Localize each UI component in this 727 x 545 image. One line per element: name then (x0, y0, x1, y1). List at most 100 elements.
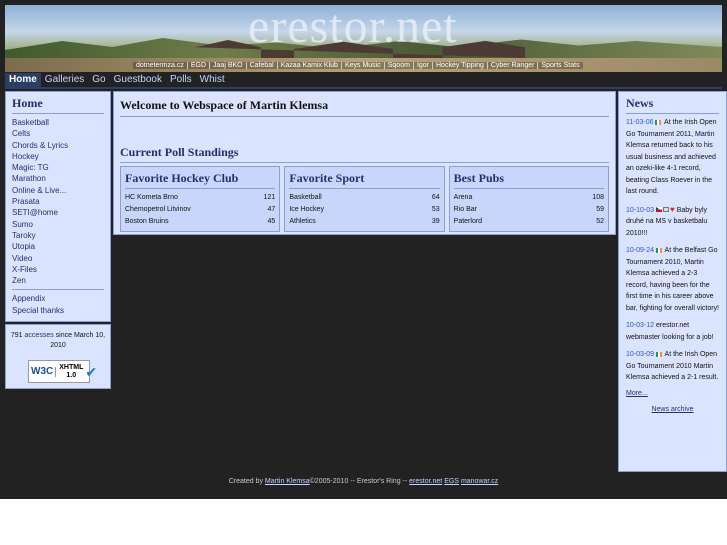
sidebar-item-appendix[interactable]: Appendix (12, 293, 104, 304)
poll-row: Athletics 39 (289, 216, 439, 228)
sidebar-item-zen[interactable]: Zen (12, 275, 104, 286)
poll-row: Chemopetrol Litvinov 47 (125, 204, 275, 216)
banner-link[interactable]: Kazaa Kamix Klub (276, 62, 341, 69)
poll-option: Athletics (289, 218, 316, 225)
news-date: 11-03-06 (626, 119, 654, 126)
news-item: 10-03-12 erestor.net webmaster looking f… (626, 320, 719, 343)
news-item: 10-03-09 At the Irish Open Go Tournament… (626, 349, 719, 384)
nav-whist[interactable]: Whist (196, 73, 229, 87)
poll-votes: 64 (431, 194, 440, 201)
sidebar-item-taroky[interactable]: Taroky (12, 230, 104, 241)
w3c-logo: W3C (29, 366, 57, 377)
sidebar-item-magic[interactable]: Magic: TG (12, 162, 104, 173)
poll-votes: 59 (596, 206, 604, 213)
news-date: 10-03-09 (626, 351, 655, 358)
nav-go[interactable]: Go (88, 73, 109, 87)
poll-list: Favorite Hockey Club HC Kometa Brno 121 C… (120, 166, 609, 232)
sidebar-item-basketball[interactable]: Basketball (12, 117, 104, 128)
counter-since: since March 10, 2010 (50, 332, 106, 349)
banner-link[interactable]: Jaaj BKO (209, 62, 246, 69)
sidebar-item-utopia[interactable]: Utopia (12, 241, 104, 252)
footer: Created by Martin Klemsa©2005-2010 -- Er… (0, 478, 727, 485)
banner-link[interactable]: dotnetermza.cz (133, 62, 187, 69)
news-title: News (626, 96, 719, 114)
access-counter: 791 accesses since March 10, 2010 W3C XH… (5, 324, 111, 389)
sidebar-item-sumo[interactable]: Sumo (12, 219, 104, 230)
nav-galleries[interactable]: Galleries (41, 73, 88, 87)
banner-link[interactable]: Sports Stats (537, 62, 583, 69)
sidebar-item-xfiles[interactable]: X-Files (12, 264, 104, 275)
author-link[interactable]: Martin Klemsa (265, 478, 310, 485)
sidebar-item-thanks[interactable]: Special thanks (12, 305, 104, 316)
news-date: 10-03-12 (626, 322, 655, 329)
poll-hockey-club: Favorite Hockey Club HC Kometa Brno 121 C… (120, 166, 281, 232)
poll-votes: 39 (431, 218, 440, 225)
czech-flag-icon (655, 207, 662, 213)
banner-link[interactable]: Keys Music (340, 62, 384, 69)
counter-value: 791 (10, 332, 23, 339)
page: erestor.net dotnetermza.cz EGD Jaaj BKO Caf… (0, 0, 727, 499)
sidebar-item-online[interactable]: Online & Live... (12, 185, 104, 196)
sidebar-item-celts[interactable]: Celts (12, 128, 104, 139)
sidebar-item-marathon[interactable]: Marathon (12, 173, 104, 184)
news-text: At the Belfast Go Tournament 2010, Marti… (626, 247, 719, 312)
w3c-xhtml-badge[interactable]: W3C XHTML 1.0 ✔ (28, 360, 97, 383)
banner-link[interactable]: Sqoom (383, 62, 413, 69)
poll-votes: 47 (267, 206, 276, 213)
sidebar-item-seti[interactable]: SETI@home (12, 207, 104, 218)
banner-link[interactable]: Cafebal (245, 62, 277, 69)
sidebar-item-prasata[interactable]: Prasata (12, 196, 104, 207)
poll-title[interactable]: Favorite Sport (289, 171, 440, 189)
news-date: 10-09-24 (626, 247, 655, 254)
accesses-link[interactable]: accesses (25, 332, 54, 339)
poll-option: Boston Bruins (125, 218, 169, 225)
nav-divider (5, 87, 722, 89)
footer-link-manowar[interactable]: manowar.cz (461, 478, 498, 485)
poll-row: Arena 108 (454, 192, 604, 204)
news-archive-link[interactable]: News archive (626, 406, 719, 413)
nav-guestbook[interactable]: Guestbook (110, 73, 166, 87)
banner-link[interactable]: Hockey Tipping (432, 62, 487, 69)
footer-link-egs[interactable]: EGS (444, 478, 459, 485)
poll-title[interactable]: Favorite Hockey Club (125, 171, 276, 189)
poll-option: Paterlord (453, 218, 483, 225)
poll-row: Boston Bruins 45 (125, 216, 275, 228)
sidebar-divider (12, 289, 104, 291)
footer-created: Created by (228, 478, 263, 485)
footer-link-erestor[interactable]: erestor.net (409, 478, 442, 485)
sidebar-item-hockey[interactable]: Hockey (12, 151, 104, 162)
finish-flag-icon (662, 207, 669, 213)
poll-row: Rio Bar 59 (454, 204, 604, 216)
poll-title[interactable]: Best Pubs (453, 171, 604, 189)
poll-option: Arena (453, 194, 473, 201)
banner-link[interactable]: EGD (186, 62, 210, 69)
xhtml-label: XHTML (59, 363, 84, 371)
sidebar-item-chords[interactable]: Chords & Lyrics (12, 140, 104, 151)
banner-link[interactable]: Igor (412, 62, 432, 69)
news-sidebar: News 11-03-06 At the Irish Open Go Tourn… (618, 91, 727, 472)
heart-icon: ♥ (669, 204, 675, 214)
poll-votes: 45 (267, 218, 276, 225)
nav-polls[interactable]: Polls (166, 73, 196, 87)
poll-option: HC Kometa Brno (125, 194, 178, 201)
poll-votes: 53 (431, 206, 440, 213)
top-navigation: Home Galleries Go Guestbook Polls Whist (5, 73, 229, 87)
poll-votes: 52 (596, 218, 604, 225)
poll-row: Basketball 64 (289, 192, 439, 204)
nav-home[interactable]: Home (5, 73, 41, 87)
sidebar-title: Home (12, 96, 104, 114)
poll-votes: 121 (263, 194, 276, 201)
poll-option: Basketball (289, 194, 322, 201)
sidebar-item-video[interactable]: Video (12, 253, 104, 264)
ireland-flag-icon (655, 351, 662, 357)
poll-row: Paterlord 52 (454, 216, 604, 228)
poll-pubs: Best Pubs Arena 108 Rio Bar 59 Paterlord 52 (448, 166, 609, 232)
poll-option: Ice Hockey (289, 206, 324, 213)
xhtml-version: 1.0 (66, 371, 77, 379)
welcome-heading: Welcome to Webspace of Martin Klemsa (120, 98, 609, 117)
more-news-link[interactable]: More... (626, 390, 719, 397)
footer-ring: -- Erestor's Ring -- (350, 478, 408, 485)
poll-row: Ice Hockey 53 (289, 204, 439, 216)
banner-link[interactable]: Cyber Ranger (486, 62, 538, 69)
news-item: 10-10-03 ♥ Baby byly druhé na MS v baske… (626, 204, 719, 240)
